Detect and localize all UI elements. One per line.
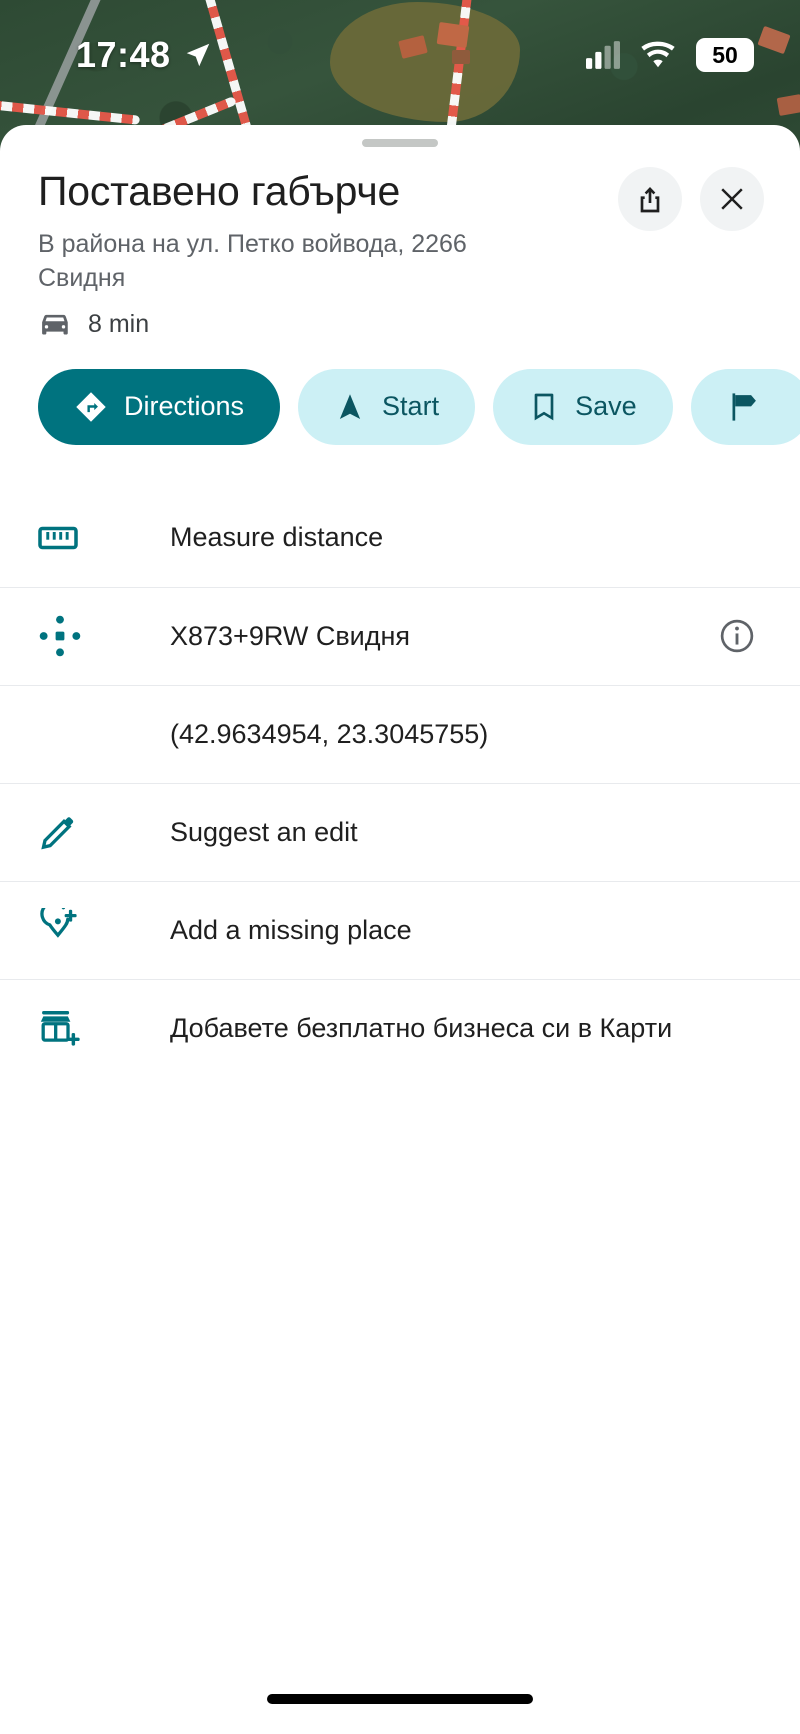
flag-icon <box>732 393 756 421</box>
add-business-label: Добавете безплатно бизнеса си в Карти <box>170 1012 673 1043</box>
save-button-label: Save <box>575 391 637 422</box>
status-bar-left: 17:48 <box>76 34 213 76</box>
directions-icon <box>76 392 106 422</box>
wifi-icon <box>641 41 675 68</box>
travel-duration: 8 min <box>88 309 150 338</box>
place-address: В района на ул. Петко войвода, 2266 Свид… <box>38 229 467 293</box>
sheet-drag-handle[interactable] <box>362 139 438 147</box>
add-missing-place-row[interactable]: Add a missing place <box>0 880 800 979</box>
coordinates-label: (42.9634954, 23.3045755) <box>170 718 489 749</box>
info-icon <box>720 620 754 653</box>
add-missing-place-label: Add a missing place <box>170 914 412 945</box>
battery-indicator: 50 <box>696 38 754 72</box>
home-indicator[interactable] <box>267 1694 533 1704</box>
status-bar-right: 50 <box>586 38 754 72</box>
cellular-signal-icon <box>586 41 620 69</box>
plus-code-icon <box>38 614 96 658</box>
navigation-arrow-icon <box>339 394 361 419</box>
header-action-buttons <box>618 167 764 231</box>
measure-distance-row[interactable]: Measure distance <box>0 489 800 587</box>
status-bar: 17:48 50 <box>0 0 800 110</box>
pencil-icon <box>38 812 96 852</box>
close-icon <box>721 188 743 210</box>
place-details-sheet: Поставено габърче В района на ул. Петко … <box>0 125 800 1734</box>
place-title: Поставено габърче <box>38 168 401 214</box>
directions-button[interactable]: Directions <box>38 368 281 445</box>
share-button[interactable] <box>618 167 682 231</box>
share-icon <box>640 187 660 213</box>
plus-code-row[interactable]: X873+9RW Свидня <box>0 586 800 685</box>
bookmark-icon <box>534 393 554 421</box>
report-flag-button[interactable] <box>690 368 800 445</box>
car-icon <box>42 315 68 335</box>
plus-code-info-button[interactable] <box>712 617 762 655</box>
start-button[interactable]: Start <box>298 368 476 445</box>
plus-code-label: X873+9RW Свидня <box>170 620 411 651</box>
close-button[interactable] <box>700 167 764 231</box>
pin-plus-icon <box>38 908 96 952</box>
ruler-icon <box>38 523 96 553</box>
directions-button-label: Directions <box>124 391 245 422</box>
coordinates-row[interactable]: (42.9634954, 23.3045755) <box>0 684 800 783</box>
sheet-header: Поставено габърче В района на ул. Петко … <box>0 147 800 296</box>
status-clock: 17:48 <box>76 34 171 75</box>
measure-distance-label: Measure distance <box>170 522 384 553</box>
action-buttons-row: Directions Start Save <box>0 339 800 445</box>
add-business-row[interactable]: Добавете безплатно бизнеса си в Карти <box>0 978 800 1077</box>
suggest-edit-label: Suggest an edit <box>170 816 358 847</box>
start-button-label: Start <box>382 391 440 422</box>
travel-time-row: 8 min <box>0 296 800 339</box>
battery-level-text: 50 <box>712 41 738 68</box>
suggest-edit-row[interactable]: Suggest an edit <box>0 782 800 881</box>
phone-screen: 17:48 50 Поставено габърче В района на у… <box>0 0 800 1734</box>
store-plus-icon <box>38 1006 96 1050</box>
navigation-arrow-icon <box>186 43 209 67</box>
place-info-list: Measure distance X873+9RW Свидня (42.963… <box>0 489 800 1077</box>
save-button[interactable]: Save <box>493 368 673 445</box>
